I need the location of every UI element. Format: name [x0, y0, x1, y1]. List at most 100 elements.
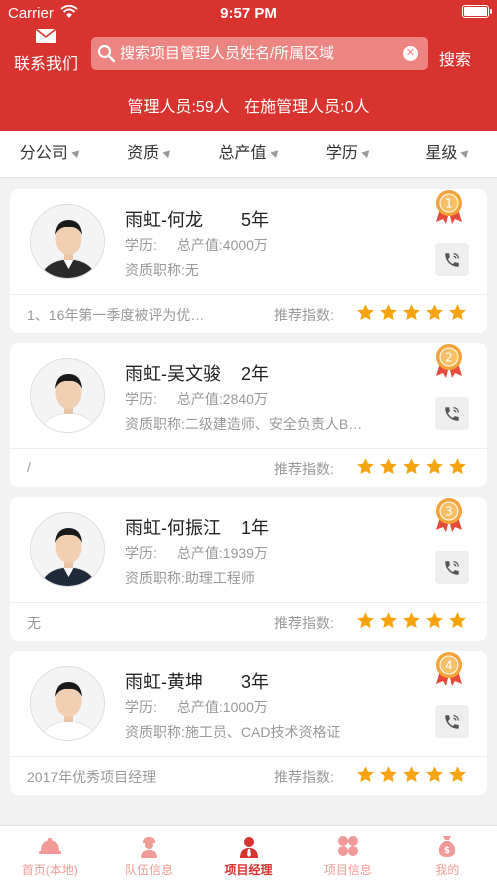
- hardhat-icon: [38, 838, 61, 854]
- manager-note: 2017年优秀项目经理: [27, 769, 157, 785]
- managers-count: 管理人员:59人: [127, 99, 230, 116]
- divider: [10, 294, 487, 295]
- output-label: 总产值:: [176, 391, 223, 407]
- star-icon: [426, 766, 443, 783]
- star-icon: [380, 766, 397, 783]
- qualification-value: 二级建造师、安全负责人B…: [184, 416, 363, 432]
- qualification-value: 无: [184, 262, 199, 278]
- manager-card[interactable]: 雨虹-黄坤 3年 学历: 总产值:1000万 资质职称:施工员、CAD技术资格证 4 201…: [10, 651, 487, 795]
- phone-icon: [445, 253, 459, 267]
- rank-medal-icon: 2: [436, 344, 462, 378]
- manager-note: 无: [27, 615, 41, 631]
- star-icon: [403, 458, 420, 475]
- qualification-row: 资质职称:助理工程师: [125, 568, 405, 588]
- star-rating: [356, 765, 471, 784]
- rank-number: 2: [445, 351, 453, 365]
- star-rating: [356, 611, 471, 630]
- divider: [10, 756, 487, 757]
- call-button[interactable]: [435, 705, 469, 738]
- avatar: [30, 512, 105, 587]
- star-icon: [403, 766, 420, 783]
- education-label: 学历:: [125, 699, 157, 715]
- search-input[interactable]: [120, 37, 390, 70]
- filter-qualification[interactable]: 资质: [99, 131, 198, 177]
- rank-number: 3: [445, 505, 453, 519]
- tab-label: 首页(本地): [21, 863, 78, 877]
- clock: 9:57 PM: [220, 5, 277, 22]
- search-icon: [97, 44, 116, 63]
- manager-card[interactable]: 雨虹-何振江 1年 学历: 总产值:1939万 资质职称:助理工程师 3 无 推荐指数:: [10, 497, 487, 641]
- manager-name: 雨虹-何振江: [125, 518, 221, 538]
- tab-home[interactable]: 首页(本地): [0, 826, 99, 883]
- svg-text:$: $: [444, 846, 450, 856]
- star-icon: [449, 458, 466, 475]
- star-icon: [426, 612, 443, 629]
- star-icon: [449, 304, 466, 321]
- recommend-label: 推荐指数:: [274, 307, 334, 323]
- search-button[interactable]: 搜索: [439, 46, 471, 70]
- manager-years: 2年: [241, 364, 270, 384]
- manager-card[interactable]: 雨虹-吴文骏 2年 学历: 总产值:2840万 资质职称:二级建造师、安全负责人B… 2 /…: [10, 343, 487, 487]
- manager-name: 雨虹-黄坤: [125, 672, 203, 692]
- education-label: 学历:: [125, 545, 157, 561]
- star-icon: [449, 766, 466, 783]
- star-icon: [380, 304, 397, 321]
- manager-stats-row: 学历: 总产值:4000万: [125, 235, 268, 255]
- avatar: [30, 666, 105, 741]
- app-header: Carrier 9:57 PM 联系我们 ✕ 搜索 管理人员:59人 在施管理人…: [0, 0, 497, 131]
- contact-us-button[interactable]: 联系我们: [10, 28, 82, 74]
- filter-education[interactable]: 学历: [298, 131, 397, 177]
- tab-team-info[interactable]: 队伍信息: [99, 826, 198, 883]
- tab-mine[interactable]: $ 我的: [398, 826, 497, 883]
- manager-card[interactable]: 雨虹-何龙 5年 学历: 总产值:4000万 资质职称:无 1 1、16年第一季度被评为优……: [10, 189, 487, 333]
- qualification-row: 资质职称:无: [125, 260, 405, 280]
- dropdown-triangle-icon: [269, 147, 281, 159]
- tab-project-manager[interactable]: 项目经理: [199, 826, 298, 883]
- qualification-row: 资质职称:施工员、CAD技术资格证: [125, 722, 405, 742]
- call-button[interactable]: [435, 397, 469, 430]
- grid-icon: [337, 836, 358, 856]
- manager-icon: [239, 837, 258, 858]
- output-label: 总产值:: [176, 237, 223, 253]
- qualification-value: 助理工程师: [184, 570, 255, 586]
- call-button[interactable]: [435, 243, 469, 276]
- star-icon: [426, 458, 443, 475]
- stats-summary: 管理人员:59人 在施管理人员:0人: [0, 93, 497, 117]
- mail-icon: [35, 28, 57, 43]
- filter-total-output[interactable]: 总产值: [199, 131, 298, 177]
- star-icon: [357, 612, 374, 629]
- recommend-label: 推荐指数:: [274, 461, 334, 477]
- dropdown-triangle-icon: [361, 147, 372, 159]
- manager-name: 雨虹-何龙: [125, 210, 203, 230]
- tab-project-info[interactable]: 项目信息: [298, 826, 397, 883]
- star-icon: [403, 304, 420, 321]
- output-label: 总产值:: [176, 699, 223, 715]
- dropdown-triangle-icon: [71, 147, 82, 159]
- rank-medal-icon: 3: [436, 498, 462, 532]
- manager-stats-row: 学历: 总产值:1000万: [125, 697, 268, 717]
- star-icon: [426, 304, 443, 321]
- qualification-label: 资质职称:: [125, 262, 185, 278]
- clear-search-icon[interactable]: ✕: [403, 46, 418, 61]
- star-icon: [449, 612, 466, 629]
- tab-label: 项目信息: [323, 863, 372, 877]
- manager-years: 3年: [241, 672, 270, 692]
- star-icon: [380, 458, 397, 475]
- output-value: 1939万: [222, 545, 268, 561]
- filter-branch[interactable]: 分公司: [0, 131, 99, 177]
- recommend-label: 推荐指数:: [274, 769, 334, 785]
- tab-label: 队伍信息: [125, 863, 174, 877]
- star-icon: [357, 304, 374, 321]
- dropdown-triangle-icon: [460, 147, 472, 159]
- call-button[interactable]: [435, 551, 469, 584]
- battery-icon: [462, 5, 492, 18]
- output-label: 总产值:: [176, 545, 223, 561]
- avatar: [30, 358, 105, 433]
- rank-medal-icon: 1: [436, 190, 462, 224]
- filter-star-level[interactable]: 星级: [398, 131, 497, 177]
- manager-list: 雨虹-何龙 5年 学历: 总产值:4000万 资质职称:无 1 1、16年第一季度被评为优……: [10, 189, 487, 805]
- manager-name: 雨虹-吴文骏: [125, 364, 221, 384]
- star-rating: [356, 457, 471, 476]
- phone-icon: [445, 407, 459, 421]
- star-icon: [357, 766, 374, 783]
